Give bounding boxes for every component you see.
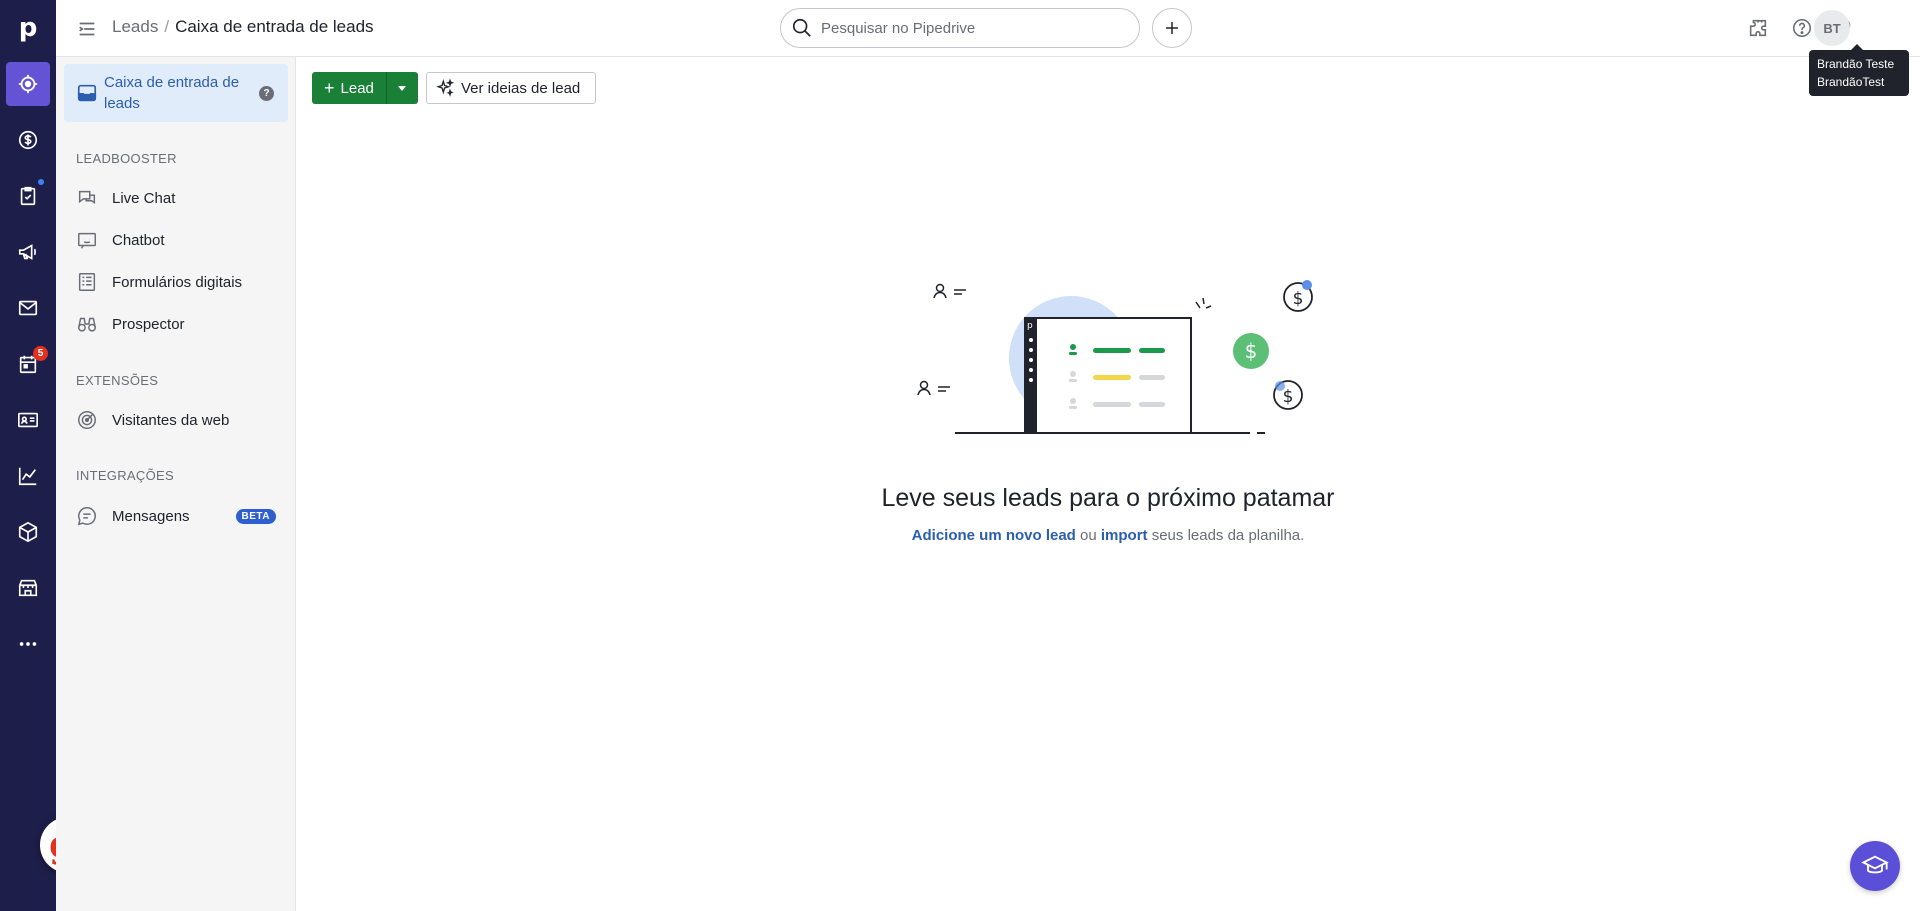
empty-state-title: Leve seus leads para o próximo patamar [881,484,1335,512]
form-icon [76,271,98,293]
svg-text:$: $ [1283,387,1294,407]
message-icon [76,505,98,527]
sidebar-item-forms[interactable]: Formulários digitais [64,264,288,300]
help-icon [1792,18,1812,38]
quick-add-button[interactable] [1152,8,1192,48]
add-lead-dropdown-button[interactable] [385,72,418,104]
empty-state-illustration: p $ $ $ [917,280,1313,434]
search-input[interactable] [821,19,1121,37]
tooltip-user-name: Brandão Teste [1817,57,1895,71]
checklist-icon [20,186,36,206]
page-title: Caixa de entrada de leads [175,17,374,36]
empty-state-subtitle: Adicione um novo lead ou import seus lea… [296,527,1920,544]
help-button[interactable] [1788,14,1816,42]
add-new-lead-link[interactable]: Adicione um novo lead [912,527,1076,544]
section-integrations: INTEGRAÇÕES [76,468,174,483]
sidebar-item-chatbot[interactable]: Chatbot [64,222,288,258]
mail-icon [18,300,38,316]
nav-calendar[interactable]: 5 [6,342,50,386]
sidebar-item-live-chat[interactable]: Live Chat [64,180,288,216]
sidebar-item-prospector[interactable]: Prospector [64,306,288,342]
empty-state-text-rest: seus leads da planilha. [1147,527,1305,544]
caret-down-icon [398,86,407,91]
sidebar-item-label: Caixa de entrada de leads [104,74,240,112]
add-lead-button-group: + Lead [312,72,418,104]
search-icon [792,18,811,37]
sidebar-item-messages[interactable]: Mensagens BETA [64,498,288,534]
extensions-button[interactable] [1744,14,1772,42]
top-bar: Leads / Caixa de entrada de leads BT [56,0,1920,57]
sidebar-item-web-visitors[interactable]: Visitantes da web [64,402,288,438]
nav-mail[interactable] [6,286,50,330]
beta-badge: BETA [235,508,276,524]
svg-text:p: p [1027,321,1033,331]
nav-leads[interactable] [6,62,50,106]
add-lead-button[interactable]: + Lead [312,72,386,104]
sidebar-item-label: Visitantes da web [112,411,230,429]
sparkle-icon [436,78,455,97]
nav-marketplace[interactable] [6,566,50,610]
chat-bubbles-icon [76,187,98,209]
graduation-cap-icon [1861,855,1889,874]
calendar-badge: 5 [33,346,48,361]
help-icon[interactable]: ? [259,86,274,101]
section-extensions: EXTENSÕES [76,373,159,388]
chatbot-icon [76,229,98,251]
puzzle-icon [1749,19,1767,37]
nav-activities[interactable] [6,174,50,218]
sidebar-item-label: Mensagens [112,507,190,525]
section-leadbooster: LEADBOOSTER [76,151,177,166]
breadcrumb: Leads / Caixa de entrada de leads [112,17,374,37]
add-lead-label: Lead [340,79,374,97]
sidebar-item-label: Live Chat [112,189,176,207]
lead-ideas-button[interactable]: Ver ideias de lead [426,72,597,104]
box-icon [18,521,38,543]
import-link[interactable]: import [1101,527,1148,544]
more-icon [19,642,37,646]
svg-text:$: $ [1293,289,1304,309]
radar-icon [76,409,98,431]
lead-ideas-label: Ver ideias de lead [461,79,581,97]
dollar-icon [18,130,38,150]
tooltip-company-name: BrandãoTest [1817,75,1885,89]
avatar[interactable]: BT [1814,10,1850,46]
svg-text:$: $ [1245,339,1258,363]
plus-icon: + [324,77,335,98]
pipedrive-logo[interactable]: p [0,6,56,50]
notification-dot [38,179,44,185]
sidebar-item-leads-inbox[interactable]: Caixa de entrada de leads ? [64,64,288,122]
plus-icon [1166,22,1178,34]
inbox-icon [77,84,97,102]
nav-products[interactable] [6,510,50,554]
nav-insights[interactable] [6,454,50,498]
empty-state-text-or: ou [1075,527,1101,544]
nav-more[interactable] [6,622,50,666]
binoculars-icon [76,313,98,335]
search-box[interactable] [780,8,1140,48]
sidebar-item-label: Chatbot [112,231,165,249]
sidebar-item-label: Prospector [112,315,185,333]
leads-sidebar: Caixa de entrada de leads ? LEADBOOSTER … [56,57,296,911]
nav-contacts[interactable] [6,398,50,442]
target-icon [18,74,38,94]
breadcrumb-separator: / [164,17,170,36]
nav-rail: p 5 [0,0,56,911]
menu-collapse-icon[interactable] [76,18,98,40]
sidebar-item-label: Formulários digitais [112,273,243,291]
nav-campaigns[interactable] [6,230,50,274]
contact-card-icon [18,412,38,428]
chart-icon [18,467,37,486]
store-icon [18,579,38,597]
academy-button[interactable] [1850,841,1900,891]
megaphone-icon [18,244,36,260]
nav-deals[interactable] [6,118,50,162]
breadcrumb-leads[interactable]: Leads [112,17,158,36]
user-tooltip: Brandão Teste BrandãoTest [1809,44,1909,96]
